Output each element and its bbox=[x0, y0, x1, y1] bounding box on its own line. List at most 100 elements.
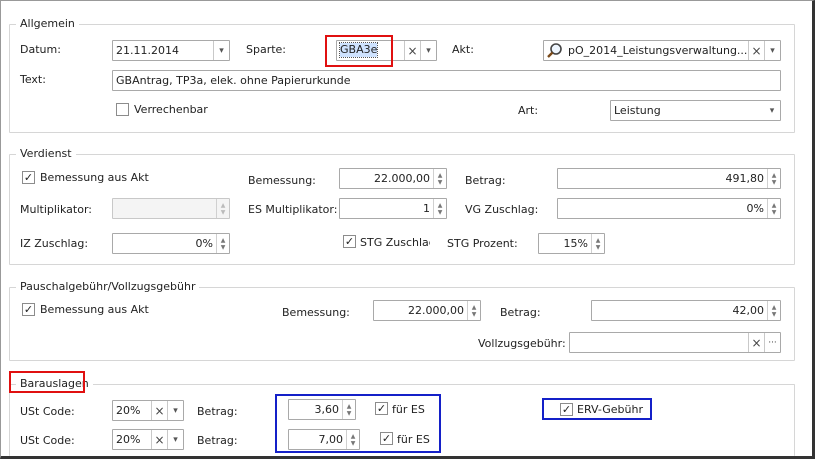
spin-down-icon[interactable]: ▼ bbox=[772, 179, 777, 186]
iz-zuschlag-spinner-icon[interactable]: ▲ ▼ bbox=[216, 234, 229, 253]
verdienst-bemessung-aus-akt-label: Bemessung aus Akt bbox=[40, 171, 149, 184]
sparte-label: Sparte: bbox=[246, 43, 287, 56]
spin-up-icon[interactable]: ▲ bbox=[472, 304, 477, 311]
verdienst-bemessung-value: 22.000,00 bbox=[374, 172, 430, 185]
text-label: Text: bbox=[20, 73, 46, 86]
spin-down-icon[interactable]: ▼ bbox=[472, 311, 477, 318]
es-multiplikator-label: ES Multiplikator: bbox=[248, 203, 338, 216]
spin-down-icon[interactable]: ▼ bbox=[438, 179, 443, 186]
es-multiplikator-spinner-icon[interactable]: ▲ ▼ bbox=[433, 199, 446, 218]
barauslagen-betrag-label-2: Betrag: bbox=[197, 434, 238, 447]
stg-prozent-spinner-icon[interactable]: ▲ ▼ bbox=[591, 234, 604, 253]
verdienst-bemessung-label: Bemessung: bbox=[248, 174, 316, 187]
ust-code-clear-icon-1[interactable]: × bbox=[151, 401, 167, 420]
pauschal-betrag-label: Betrag: bbox=[500, 306, 541, 319]
pauschal-bemessung-aus-akt-checkbox[interactable]: ✓ bbox=[22, 303, 35, 316]
datum-field[interactable]: 21.11.2014 ▾ bbox=[112, 40, 230, 61]
ust-code-value-2: 20% bbox=[116, 433, 141, 446]
multiplikator-spinner-icon[interactable]: ▲ ▼ bbox=[216, 199, 229, 218]
pauschal-bemessung-aus-akt-label: Bemessung aus Akt bbox=[40, 303, 149, 316]
spin-up-icon[interactable]: ▲ bbox=[772, 304, 777, 311]
iz-zuschlag-input[interactable]: 0% ▲ ▼ bbox=[112, 233, 230, 254]
ust-code-dropdown-icon-1[interactable]: ▾ bbox=[167, 401, 183, 420]
stg-zuschlag-label: STG Zuschlag bbox=[360, 236, 430, 249]
verdienst-betrag-value: 491,80 bbox=[725, 172, 765, 185]
vg-zuschlag-input[interactable]: 0% ▲ ▼ bbox=[557, 198, 781, 219]
spin-down-icon[interactable]: ▼ bbox=[221, 244, 226, 251]
vollzugsgebuehr-field[interactable]: × ··· bbox=[569, 332, 781, 353]
pauschal-bemessung-input[interactable]: 22.000,00 ▲ ▼ bbox=[373, 300, 481, 321]
pauschal-betrag-value: 42,00 bbox=[732, 304, 765, 317]
verdienst-bemessung-input[interactable]: 22.000,00 ▲ ▼ bbox=[339, 168, 447, 189]
verdienst-betrag-spinner-icon[interactable]: ▲ ▼ bbox=[767, 169, 780, 188]
vg-zuschlag-label: VG Zuschlag: bbox=[465, 203, 539, 216]
stg-prozent-value: 15% bbox=[563, 237, 588, 250]
search-icon[interactable] bbox=[546, 42, 564, 59]
ust-code-label-1: USt Code: bbox=[20, 405, 75, 418]
spin-up-icon[interactable]: ▲ bbox=[772, 202, 777, 209]
barauslagen-highlight-box bbox=[9, 371, 85, 393]
spin-up-icon[interactable]: ▲ bbox=[221, 237, 226, 244]
ust-code-field-1[interactable]: 20% × ▾ bbox=[112, 400, 184, 421]
vg-zuschlag-value: 0% bbox=[746, 202, 764, 215]
spin-down-icon[interactable]: ▼ bbox=[772, 209, 777, 216]
akt-clear-icon[interactable]: × bbox=[748, 41, 764, 60]
vollzugsgebuehr-clear-icon[interactable]: × bbox=[748, 333, 764, 352]
ust-code-value-1: 20% bbox=[116, 404, 141, 417]
pauschal-betrag-input[interactable]: 42,00 ▲ ▼ bbox=[591, 300, 781, 321]
stg-zuschlag-checkbox[interactable]: ✓ bbox=[343, 235, 356, 248]
art-value: Leistung bbox=[614, 104, 661, 117]
sparte-dropdown-icon[interactable]: ▾ bbox=[420, 41, 436, 60]
verdienst-bemessung-spinner-icon[interactable]: ▲ ▼ bbox=[433, 169, 446, 188]
text-input[interactable]: GBAntrag, TP3a, elek. ohne Papierurkunde bbox=[112, 70, 781, 91]
spin-up-icon[interactable]: ▲ bbox=[438, 202, 443, 209]
multiplikator-label: Multiplikator: bbox=[20, 203, 92, 216]
verrechenbar-label: Verrechenbar bbox=[134, 103, 208, 116]
vollzugsgebuehr-label: Vollzugsgebühr: bbox=[478, 337, 566, 350]
spin-down-icon[interactable]: ▼ bbox=[438, 209, 443, 216]
spin-up-icon[interactable]: ▲ bbox=[772, 172, 777, 179]
spin-down-icon[interactable]: ▼ bbox=[772, 311, 777, 318]
sparte-clear-icon[interactable]: × bbox=[404, 41, 420, 60]
erv-gebuehr-highlight-box bbox=[542, 398, 652, 420]
stg-prozent-label: STG Prozent: bbox=[447, 237, 518, 250]
ust-code-field-2[interactable]: 20% × ▾ bbox=[112, 429, 184, 450]
spin-down-icon[interactable]: ▼ bbox=[596, 244, 601, 251]
akt-field[interactable]: pO_2014_Leistungsverwaltung... × ▾ bbox=[543, 40, 781, 61]
pauschal-bemessung-value: 22.000,00 bbox=[408, 304, 464, 317]
es-multiplikator-input[interactable]: 1 ▲ ▼ bbox=[339, 198, 447, 219]
sparte-highlight-box bbox=[325, 35, 393, 67]
pauschal-bemessung-label: Bemessung: bbox=[282, 306, 350, 319]
pauschal-bemessung-spinner-icon[interactable]: ▲ ▼ bbox=[467, 301, 480, 320]
spin-up-icon[interactable]: ▲ bbox=[221, 202, 226, 209]
pauschal-betrag-spinner-icon[interactable]: ▲ ▼ bbox=[767, 301, 780, 320]
spin-up-icon[interactable]: ▲ bbox=[596, 237, 601, 244]
group-verdienst-legend: Verdienst bbox=[16, 147, 76, 161]
verdienst-betrag-label: Betrag: bbox=[465, 174, 506, 187]
betrag-fuer-es-highlight-box bbox=[275, 394, 441, 453]
akt-dropdown-icon[interactable]: ▾ bbox=[764, 41, 780, 60]
datum-value: 21.11.2014 bbox=[116, 44, 179, 57]
datum-dropdown-icon[interactable]: ▾ bbox=[213, 41, 229, 60]
verdienst-bemessung-aus-akt-checkbox[interactable]: ✓ bbox=[22, 171, 35, 184]
barauslagen-betrag-label-1: Betrag: bbox=[197, 405, 238, 418]
akt-label: Akt: bbox=[452, 43, 474, 56]
ust-code-label-2: USt Code: bbox=[20, 434, 75, 447]
ust-code-dropdown-icon-2[interactable]: ▾ bbox=[167, 430, 183, 449]
es-multiplikator-value: 1 bbox=[423, 202, 430, 215]
stg-prozent-input[interactable]: 15% ▲ ▼ bbox=[538, 233, 605, 254]
verrechenbar-checkbox[interactable] bbox=[116, 103, 129, 116]
spin-up-icon[interactable]: ▲ bbox=[438, 172, 443, 179]
vollzugsgebuehr-more-icon[interactable]: ··· bbox=[764, 333, 780, 352]
verdienst-betrag-input[interactable]: 491,80 ▲ ▼ bbox=[557, 168, 781, 189]
akt-value: pO_2014_Leistungsverwaltung... bbox=[568, 44, 748, 57]
vg-zuschlag-spinner-icon[interactable]: ▲ ▼ bbox=[767, 199, 780, 218]
datum-label: Datum: bbox=[20, 43, 61, 56]
spin-down-icon[interactable]: ▼ bbox=[221, 209, 226, 216]
ust-code-clear-icon-2[interactable]: × bbox=[151, 430, 167, 449]
group-allgemein-legend: Allgemein bbox=[16, 17, 79, 31]
art-select[interactable]: Leistung ▾ bbox=[610, 100, 781, 121]
text-value: GBAntrag, TP3a, elek. ohne Papierurkunde bbox=[116, 74, 351, 87]
multiplikator-input[interactable]: ▲ ▼ bbox=[112, 198, 230, 219]
art-dropdown-icon[interactable]: ▾ bbox=[764, 101, 780, 120]
